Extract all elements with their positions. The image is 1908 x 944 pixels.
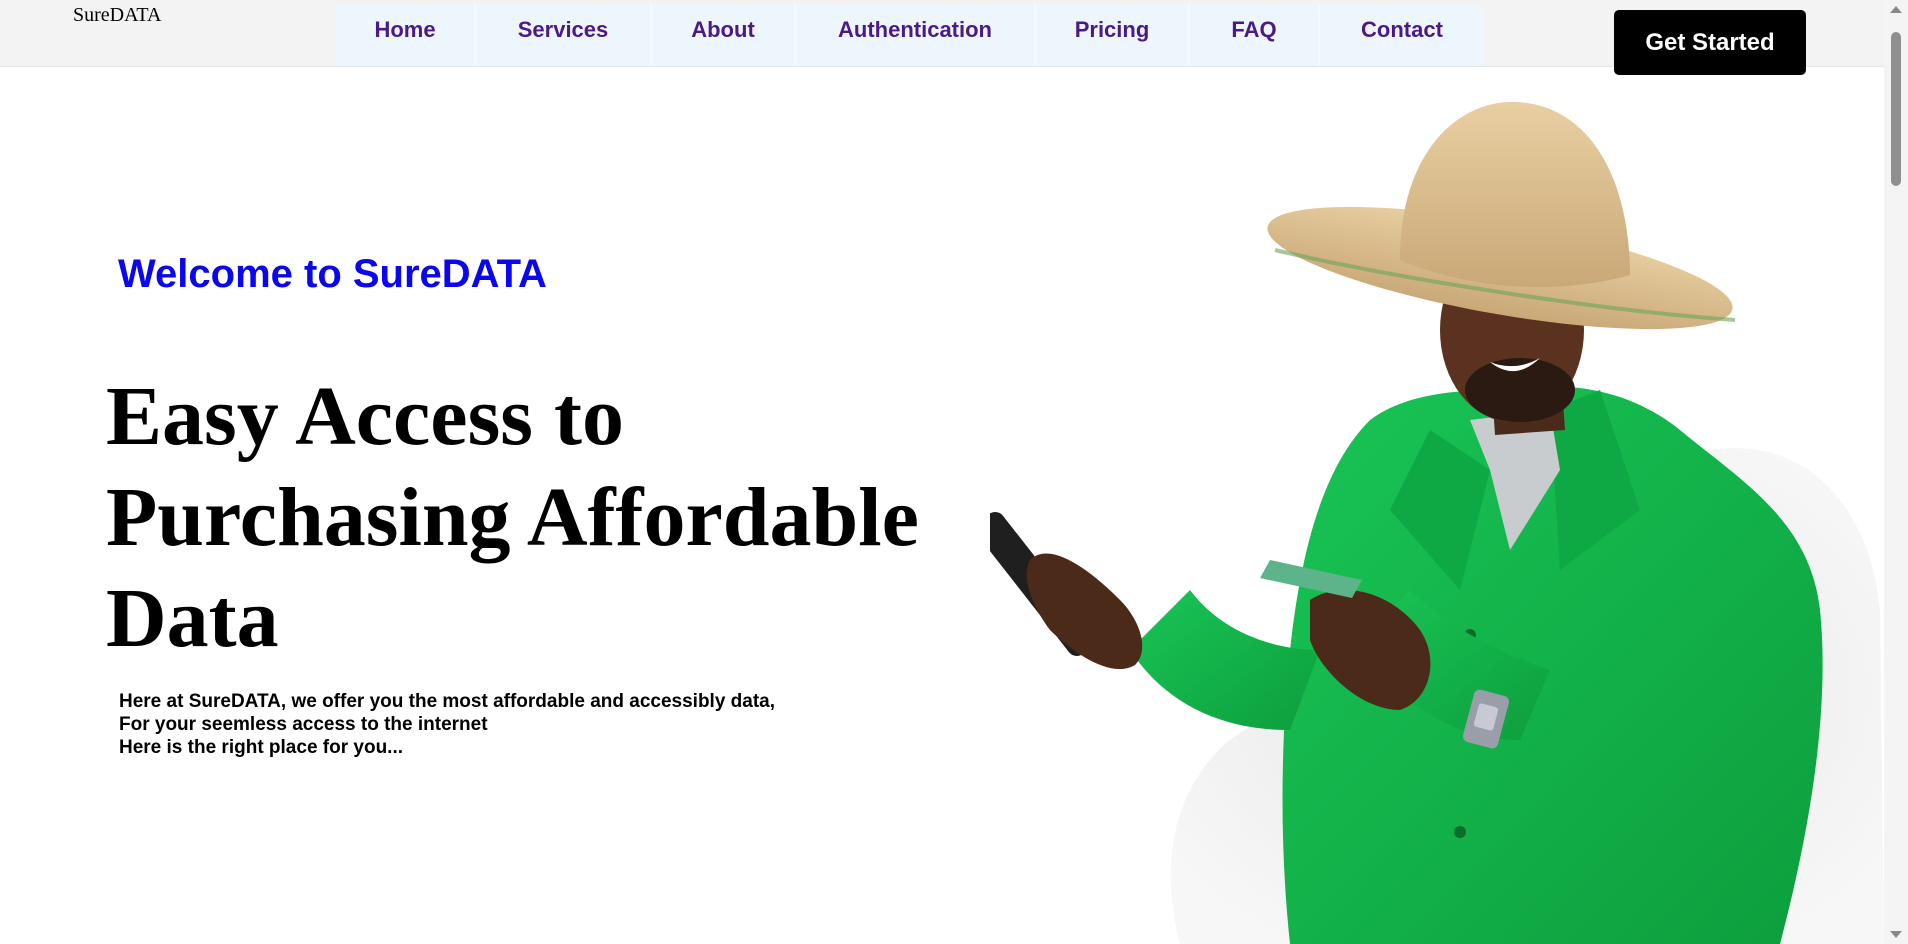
jacket-button [1454, 826, 1466, 838]
nav-item-services[interactable]: Services [476, 5, 652, 66]
hero-description-line: Here at SureDATA, we offer you the most … [119, 691, 776, 712]
get-started-button[interactable]: Get Started [1614, 10, 1806, 75]
vertical-scrollbar[interactable] [1884, 0, 1908, 944]
nav-item-authentication[interactable]: Authentication [796, 5, 1036, 66]
scroll-up-arrow-icon[interactable] [1890, 6, 1902, 13]
hero-illustration [990, 101, 1884, 944]
person-left-hand [1026, 553, 1143, 670]
straw-hat-crown [1400, 101, 1630, 287]
scrollbar-thumb[interactable] [1891, 32, 1901, 186]
site-logo[interactable]: SureDATA [73, 4, 161, 27]
person-left-arm [1130, 590, 1320, 730]
nav-item-contact[interactable]: Contact [1320, 5, 1484, 66]
nav-item-about[interactable]: About [652, 5, 796, 66]
nav-item-faq[interactable]: FAQ [1190, 5, 1320, 66]
hero-description-line: For your seemless access to the internet [119, 714, 488, 735]
main-nav: Home Services About Authentication Prici… [336, 5, 1484, 66]
hero-description: Here at SureDATA, we offer you the most … [119, 690, 775, 759]
hero-description-line: Here is the right place for you... [119, 737, 404, 758]
hero-headline: Easy Access to Purchasing Affordable Dat… [106, 370, 919, 665]
nav-item-home[interactable]: Home [336, 5, 476, 66]
scroll-down-arrow-icon[interactable] [1890, 931, 1902, 938]
nav-item-pricing[interactable]: Pricing [1036, 5, 1190, 66]
welcome-heading: Welcome to SureDATA [118, 252, 547, 296]
top-navigation-bar: SureDATA Home Services About Authenticat… [0, 0, 1884, 67]
